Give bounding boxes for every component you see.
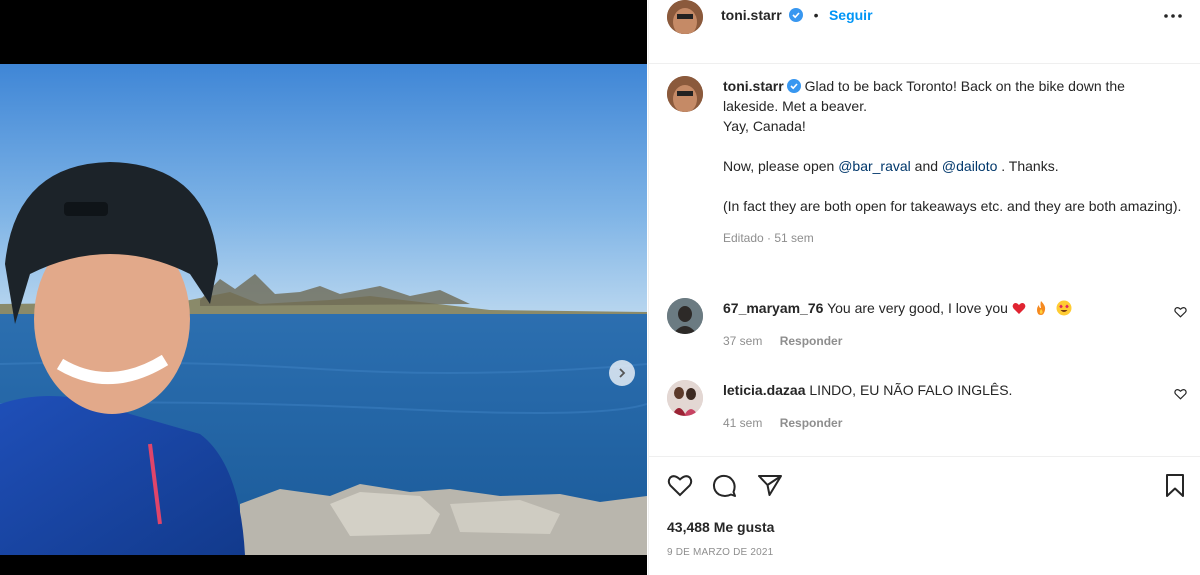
comment-avatar[interactable] [667,298,703,334]
follow-button[interactable]: Seguir [829,7,873,23]
more-horizontal-icon [1164,14,1182,18]
post-photo[interactable] [0,64,647,555]
reply-button[interactable]: Responder [780,334,843,348]
more-options-button[interactable] [1163,8,1183,29]
caption-line-2: Yay, Canada! [723,118,806,134]
red-heart-emoji-icon [1012,303,1026,314]
comment-avatar[interactable] [667,380,703,416]
comment-text: leticia.dazaa LINDO, EU NÃO FALO INGLÊS. [723,380,1153,400]
like-comment-heart-icon[interactable] [1174,306,1187,318]
heart-eyes-emoji-icon [1056,300,1072,316]
comment-username[interactable]: 67_maryam_76 [723,300,823,316]
comment-username[interactable]: leticia.dazaa [723,382,806,398]
comment-text: 67_maryam_76 You are very good, I love y… [723,298,1153,318]
bookmark-icon[interactable] [1164,473,1186,499]
chevron-right-icon [619,368,626,378]
comment-age: 37 sem [723,334,763,348]
caption-username[interactable]: toni.starr [723,78,784,94]
heart-icon[interactable] [667,473,693,497]
share-icon[interactable] [757,473,783,497]
separator-dot: • [813,7,819,23]
caption-line-3-mid: and [910,158,942,174]
comment-body: You are very good, I love you [827,300,1008,316]
comment-item: leticia.dazaa LINDO, EU NÃO FALO INGLÊS.… [667,380,1187,440]
caption-avatar[interactable] [667,76,703,112]
comment-icon[interactable] [711,473,737,499]
comment-age: 41 sem [723,416,763,430]
caption-line-3-prefix: Now, please open [723,158,839,174]
author-username[interactable]: toni.starr [721,7,782,23]
mention-dailoto[interactable]: @dailoto [942,158,997,174]
post-header: toni.starr • Seguir [649,0,1200,64]
fire-emoji-icon [1036,301,1045,315]
post-media [0,0,647,575]
post-caption: toni.starr Glad to be back Toronto! Back… [723,76,1183,248]
comment-body: LINDO, EU NÃO FALO INGLÊS. [809,382,1013,398]
likes-count[interactable]: 43,488 Me gusta [667,519,774,535]
like-comment-heart-icon[interactable] [1174,388,1187,400]
avatar[interactable] [667,0,703,34]
caption-meta: Editado · 51 sem [723,231,814,245]
verified-badge-icon [789,8,804,22]
mention-bar-raval[interactable]: @bar_raval [838,158,911,174]
comment-meta: 41 sem Responder [723,416,842,430]
post-actions: 43,488 Me gusta 9 DE MARZO DE 2021 [649,456,1200,575]
caption-line-3: Now, please open @bar_raval and @dailoto… [723,156,1183,176]
comment-meta: 37 sem Responder [723,334,842,348]
next-photo-button[interactable] [609,360,635,386]
verified-badge-icon [786,79,801,93]
comment-item: 67_maryam_76 You are very good, I love y… [667,298,1187,358]
post-panel: toni.starr • Seguir toni.starr Glad to b… [648,0,1200,575]
reply-button[interactable]: Responder [780,416,843,430]
caption-line-4: (In fact they are both open for takeaway… [723,198,1182,214]
post-date: 9 DE MARZO DE 2021 [667,547,774,558]
caption-line-3-suffix: . Thanks. [997,158,1059,174]
